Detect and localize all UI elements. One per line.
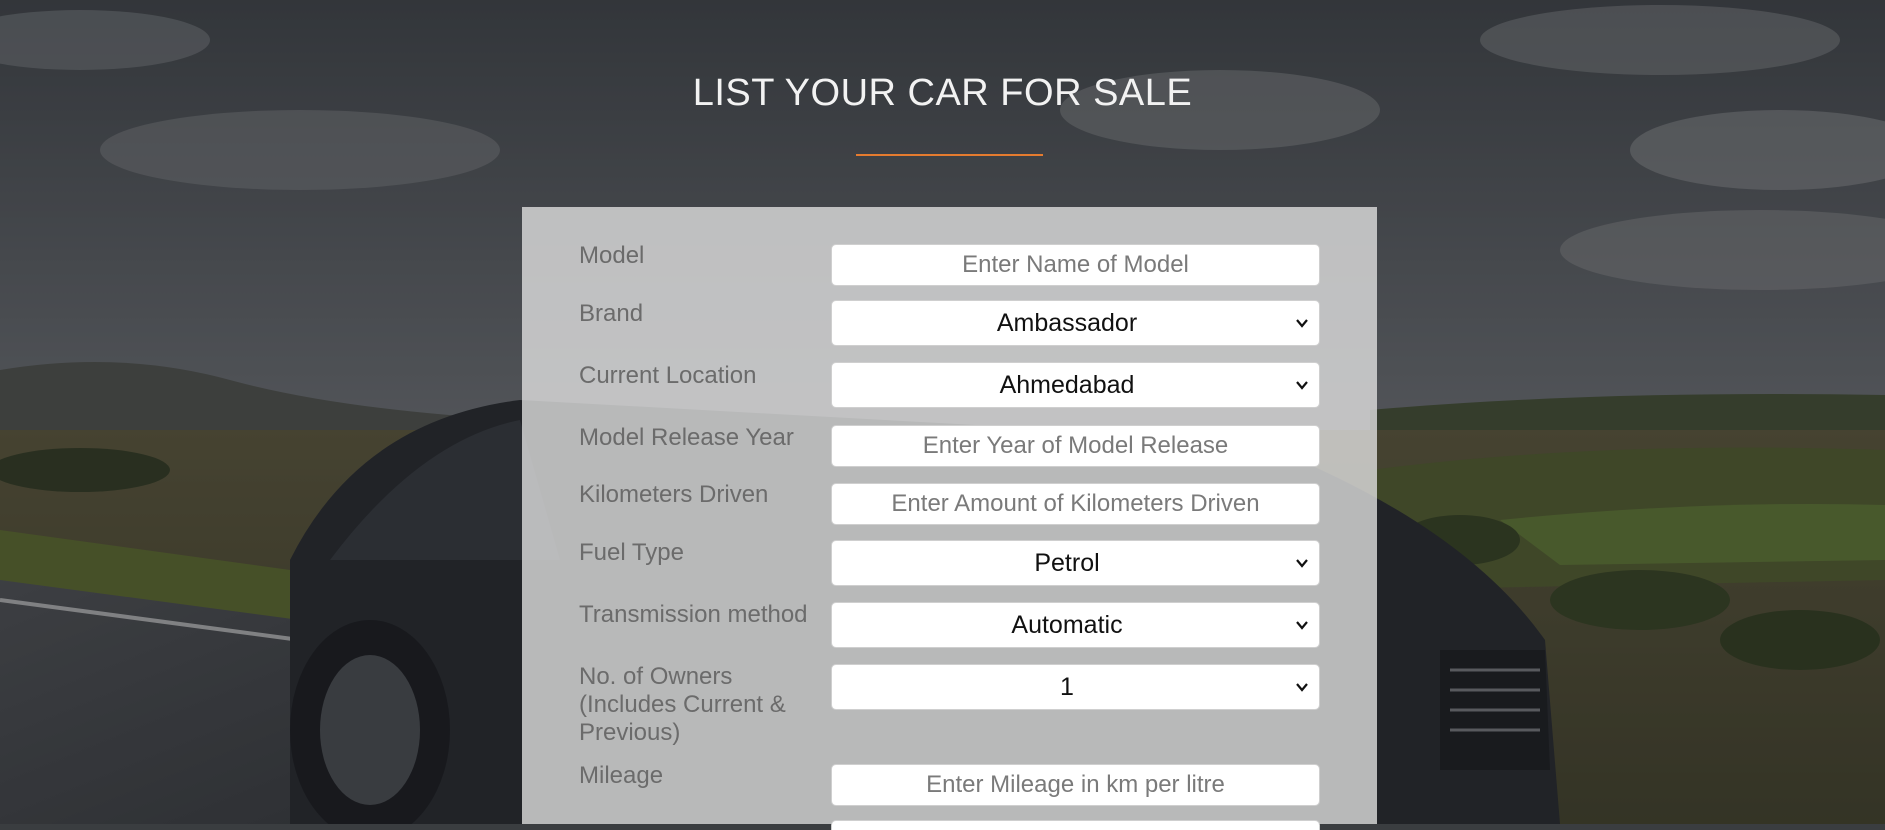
owners-label: No. of Owners (Includes Current & Previo… — [579, 663, 786, 746]
kilometers-input[interactable] — [831, 483, 1320, 525]
mileage-input[interactable] — [831, 764, 1320, 806]
chevron-down-icon — [1296, 621, 1308, 630]
chevron-down-icon — [1296, 559, 1308, 568]
brand-select[interactable]: Ambassador — [831, 300, 1320, 346]
car-listing-form: Model Brand Ambassador Current Location … — [522, 207, 1377, 830]
transmission-selected-value: Automatic — [1011, 611, 1123, 639]
chevron-down-icon — [1296, 683, 1308, 692]
model-input[interactable] — [831, 244, 1320, 286]
page-title: LIST YOUR CAR FOR SALE — [692, 72, 1193, 114]
location-selected-value: Ahmedabad — [999, 371, 1135, 399]
owners-selected-value: 1 — [1060, 673, 1074, 701]
transmission-label: Transmission method — [579, 601, 808, 628]
transmission-select[interactable]: Automatic — [831, 602, 1320, 648]
chevron-down-icon — [1296, 381, 1308, 390]
chevron-down-icon — [1296, 319, 1308, 328]
release-year-input[interactable] — [831, 425, 1320, 467]
owners-select[interactable]: 1 — [831, 664, 1320, 710]
model-label: Model — [579, 242, 645, 269]
fuel-type-selected-value: Petrol — [1034, 549, 1100, 577]
brand-label: Brand — [579, 300, 644, 327]
mileage-label: Mileage — [579, 762, 664, 789]
location-label: Current Location — [579, 362, 757, 389]
brand-selected-value: Ambassador — [996, 309, 1138, 337]
fuel-type-select[interactable]: Petrol — [831, 540, 1320, 586]
fuel-type-label: Fuel Type — [579, 539, 684, 566]
release-year-label: Model Release Year — [579, 424, 794, 451]
location-select[interactable]: Ahmedabad — [831, 362, 1320, 408]
title-underline — [856, 154, 1043, 156]
next-field-partial[interactable] — [831, 820, 1320, 830]
kilometers-label: Kilometers Driven — [579, 481, 769, 508]
